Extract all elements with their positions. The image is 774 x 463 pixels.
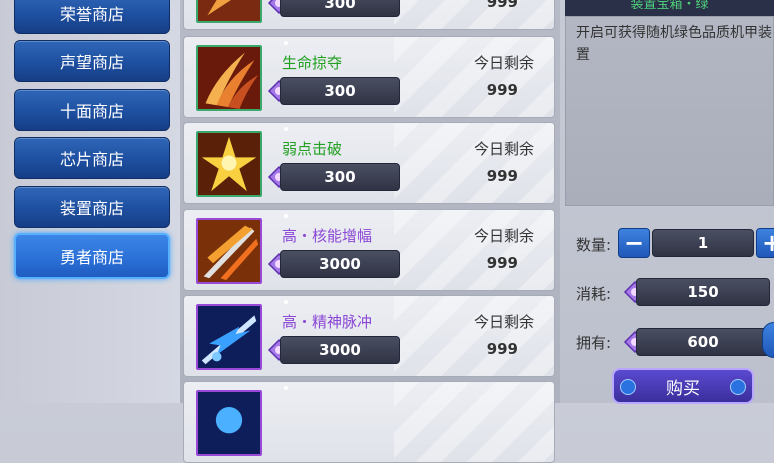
tab-label: 勇者商店: [59, 248, 124, 267]
owned-label: 拥有:: [576, 334, 612, 352]
item-icon: [196, 304, 262, 370]
today-remaining-label: 今日剩余: [473, 54, 534, 72]
item-icon: [196, 390, 262, 456]
plus-icon: +: [761, 229, 774, 257]
today-remaining-label: 今日剩余: [473, 140, 534, 158]
shop-item[interactable]: 高・精神脉冲 3000 今日剩余 999: [183, 295, 555, 377]
shop-item[interactable]: 高・核能增幅 3000 今日剩余 999: [183, 209, 555, 291]
buy-button[interactable]: 购买: [612, 368, 754, 404]
item-icon: [196, 45, 262, 111]
buy-label: 购买: [666, 378, 700, 399]
quantity-minus-button[interactable]: −: [618, 228, 650, 258]
item-icon: [196, 0, 262, 23]
tab-label: 荣誉商店: [59, 5, 124, 24]
tab-device-shop[interactable]: 装置商店: [14, 186, 170, 228]
item-icon: [196, 218, 262, 284]
minus-icon: −: [623, 229, 645, 257]
tab-label: 装置商店: [59, 199, 124, 218]
tab-honor-shop[interactable]: 荣誉商店: [14, 0, 170, 34]
add-currency-button[interactable]: [762, 322, 774, 358]
quantity-label: 数量:: [576, 236, 612, 254]
item-name: 生命掠夺: [282, 54, 343, 72]
item-name: 高・核能增幅: [282, 227, 373, 245]
today-remaining-count: 999: [486, 254, 518, 272]
tab-chip-shop[interactable]: 芯片商店: [14, 137, 170, 179]
shop-item[interactable]: 生命掠夺 300 今日剩余 999: [183, 36, 555, 118]
detail-title: 装置宝箱・绿: [565, 0, 774, 16]
tab-hero-shop[interactable]: 勇者商店: [14, 233, 170, 279]
today-remaining-count: 999: [486, 0, 518, 11]
quantity-plus-button[interactable]: +: [756, 228, 774, 258]
tab-ten-face-shop[interactable]: 十面商店: [14, 89, 170, 131]
tab-label: 十面商店: [59, 102, 124, 121]
item-price: 300: [280, 163, 400, 191]
item-price: 300: [280, 77, 400, 105]
item-price: 300: [280, 0, 400, 17]
item-price: 3000: [280, 336, 400, 364]
item-icon: [196, 131, 262, 197]
today-remaining-count: 999: [486, 167, 518, 185]
tab-label: 声望商店: [59, 53, 124, 72]
tab-reputation-shop[interactable]: 声望商店: [14, 40, 170, 82]
quantity-input[interactable]: 1: [652, 229, 754, 257]
today-remaining-count: 999: [486, 81, 518, 99]
button-ornament-icon: [620, 379, 636, 395]
today-remaining-label: 今日剩余: [473, 227, 534, 245]
item-description: 开启可获得随机绿色品质机甲装置: [576, 25, 772, 63]
cost-value: 150: [636, 278, 770, 306]
item-name: 高・精神脉冲: [282, 313, 373, 331]
today-remaining-label: 今日剩余: [473, 313, 534, 331]
item-price: 3000: [280, 250, 400, 278]
owned-value: 600: [636, 328, 770, 356]
today-remaining-count: 999: [486, 340, 518, 358]
cost-label: 消耗:: [576, 285, 612, 303]
shop-item[interactable]: 弱点击破 300 今日剩余 999: [183, 122, 555, 204]
tab-label: 芯片商店: [59, 150, 124, 169]
shop-item[interactable]: 300 999: [183, 0, 555, 30]
button-ornament-icon: [730, 379, 746, 395]
shop-item[interactable]: [183, 381, 555, 463]
item-name: 弱点击破: [282, 140, 343, 158]
